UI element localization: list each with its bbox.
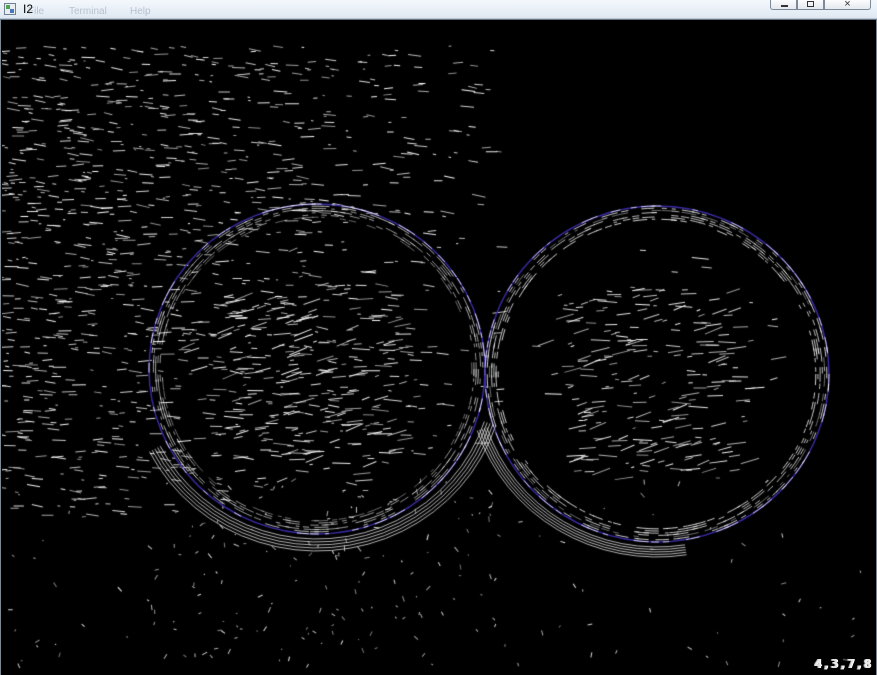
faded-menu-terminal: Terminal: [69, 6, 107, 17]
close-button[interactable]: ×: [824, 0, 871, 10]
image-window: I2 File Terminal Help × 4,3,7,8: [0, 0, 877, 675]
minimize-icon: [781, 5, 788, 7]
minimize-button[interactable]: [770, 0, 797, 10]
maximize-icon: [807, 1, 814, 7]
application-icon: [4, 3, 16, 15]
window-titlebar[interactable]: I2 File Terminal Help ×: [0, 0, 877, 19]
window-title: I2: [23, 2, 34, 16]
faded-menu-help: Help: [130, 6, 151, 17]
close-icon: ×: [844, 0, 851, 10]
corner-pixel-label: 4,3,7,8: [814, 657, 872, 671]
window-controls: ×: [770, 0, 871, 10]
image-display-area: 4,3,7,8: [0, 19, 877, 675]
edge-detection-image: [2, 21, 876, 675]
maximize-button[interactable]: [797, 0, 824, 10]
